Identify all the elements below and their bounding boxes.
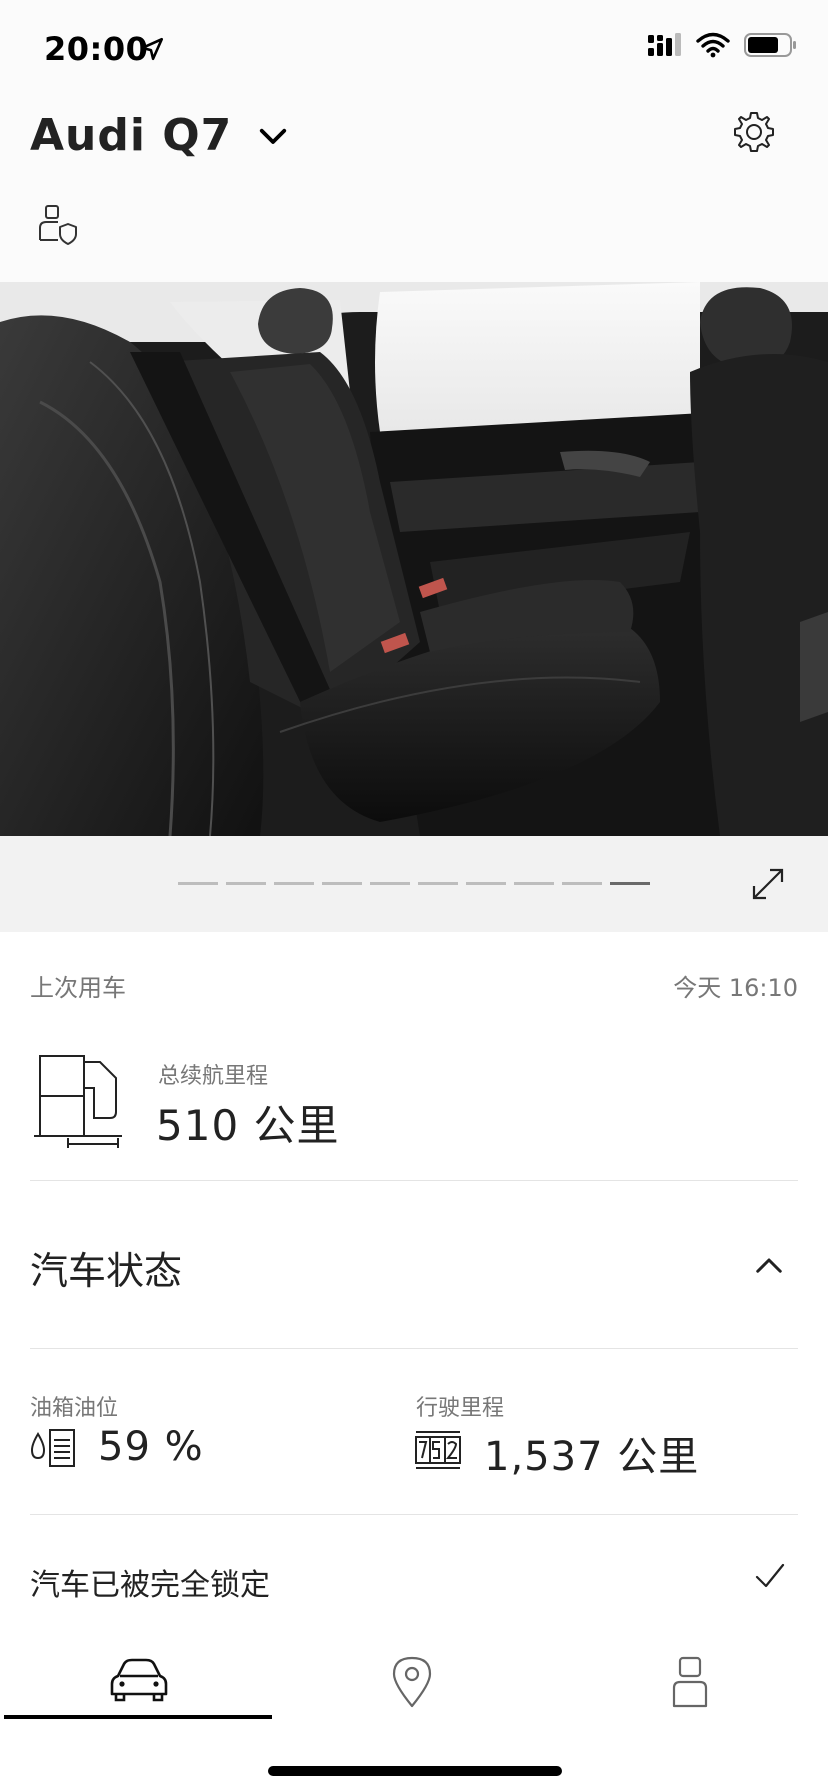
guest-user-shield-icon[interactable] <box>38 204 80 246</box>
carousel-dot[interactable] <box>370 882 410 885</box>
divider <box>30 1180 798 1181</box>
fuel-gauge-icon <box>30 1429 75 1467</box>
active-tab-indicator <box>4 1715 272 1719</box>
last-use-time: 今天 16:10 <box>673 974 798 1002</box>
location-arrow-icon <box>140 37 164 61</box>
home-indicator[interactable] <box>268 1766 562 1776</box>
fuel-range-icon <box>34 1055 122 1148</box>
fuel-level-label: 油箱油位 <box>30 1396 119 1421</box>
car-icon[interactable] <box>108 1654 168 1710</box>
odometer-icon <box>415 1431 461 1469</box>
chevron-down-icon[interactable] <box>258 122 288 152</box>
range-label: 总续航里程 <box>158 1064 269 1089</box>
wifi-icon <box>696 32 730 58</box>
carousel-pagination[interactable] <box>178 882 650 885</box>
status-indicators <box>648 32 798 58</box>
range-value: 510 公里 <box>156 1101 340 1150</box>
carousel-dot[interactable] <box>226 882 266 885</box>
divider <box>30 1514 798 1515</box>
status-bar: 20:00 <box>0 0 828 96</box>
vehicle-interior-image[interactable] <box>0 282 828 836</box>
carousel-dot[interactable] <box>418 882 458 885</box>
carousel-dot-active[interactable] <box>610 882 650 885</box>
person-icon[interactable] <box>660 1654 720 1710</box>
bottom-tab-bar <box>0 1624 828 1792</box>
mileage-value: 1,537 公里 <box>484 1434 700 1480</box>
divider <box>30 1348 798 1349</box>
app-header: Audi Q7 <box>0 96 828 282</box>
lock-status-text: 汽车已被完全锁定 <box>30 1568 270 1603</box>
checkmark-icon <box>755 1563 785 1588</box>
carousel-dot[interactable] <box>514 882 554 885</box>
location-pin-icon[interactable] <box>382 1654 442 1710</box>
status-time: 20:00 <box>44 30 149 68</box>
battery-icon <box>744 33 796 57</box>
carousel-dot[interactable] <box>562 882 602 885</box>
carousel-dot[interactable] <box>274 882 314 885</box>
rear-seat-illustration <box>0 282 828 836</box>
expand-icon[interactable] <box>750 866 786 902</box>
cellular-signal-icon <box>648 33 681 56</box>
chevron-up-icon[interactable] <box>754 1250 784 1280</box>
mileage-label: 行驶里程 <box>416 1396 505 1421</box>
carousel-dot[interactable] <box>178 882 218 885</box>
carousel-dot[interactable] <box>466 882 506 885</box>
last-use-label: 上次用车 <box>30 974 126 1002</box>
gear-icon[interactable] <box>732 110 776 154</box>
fuel-level-value: 59 % <box>98 1424 204 1470</box>
vehicle-status-title[interactable]: 汽车状态 <box>30 1240 182 1295</box>
car-name-title[interactable]: Audi Q7 <box>30 110 232 161</box>
carousel-dot[interactable] <box>322 882 362 885</box>
image-carousel-bar <box>0 836 828 932</box>
